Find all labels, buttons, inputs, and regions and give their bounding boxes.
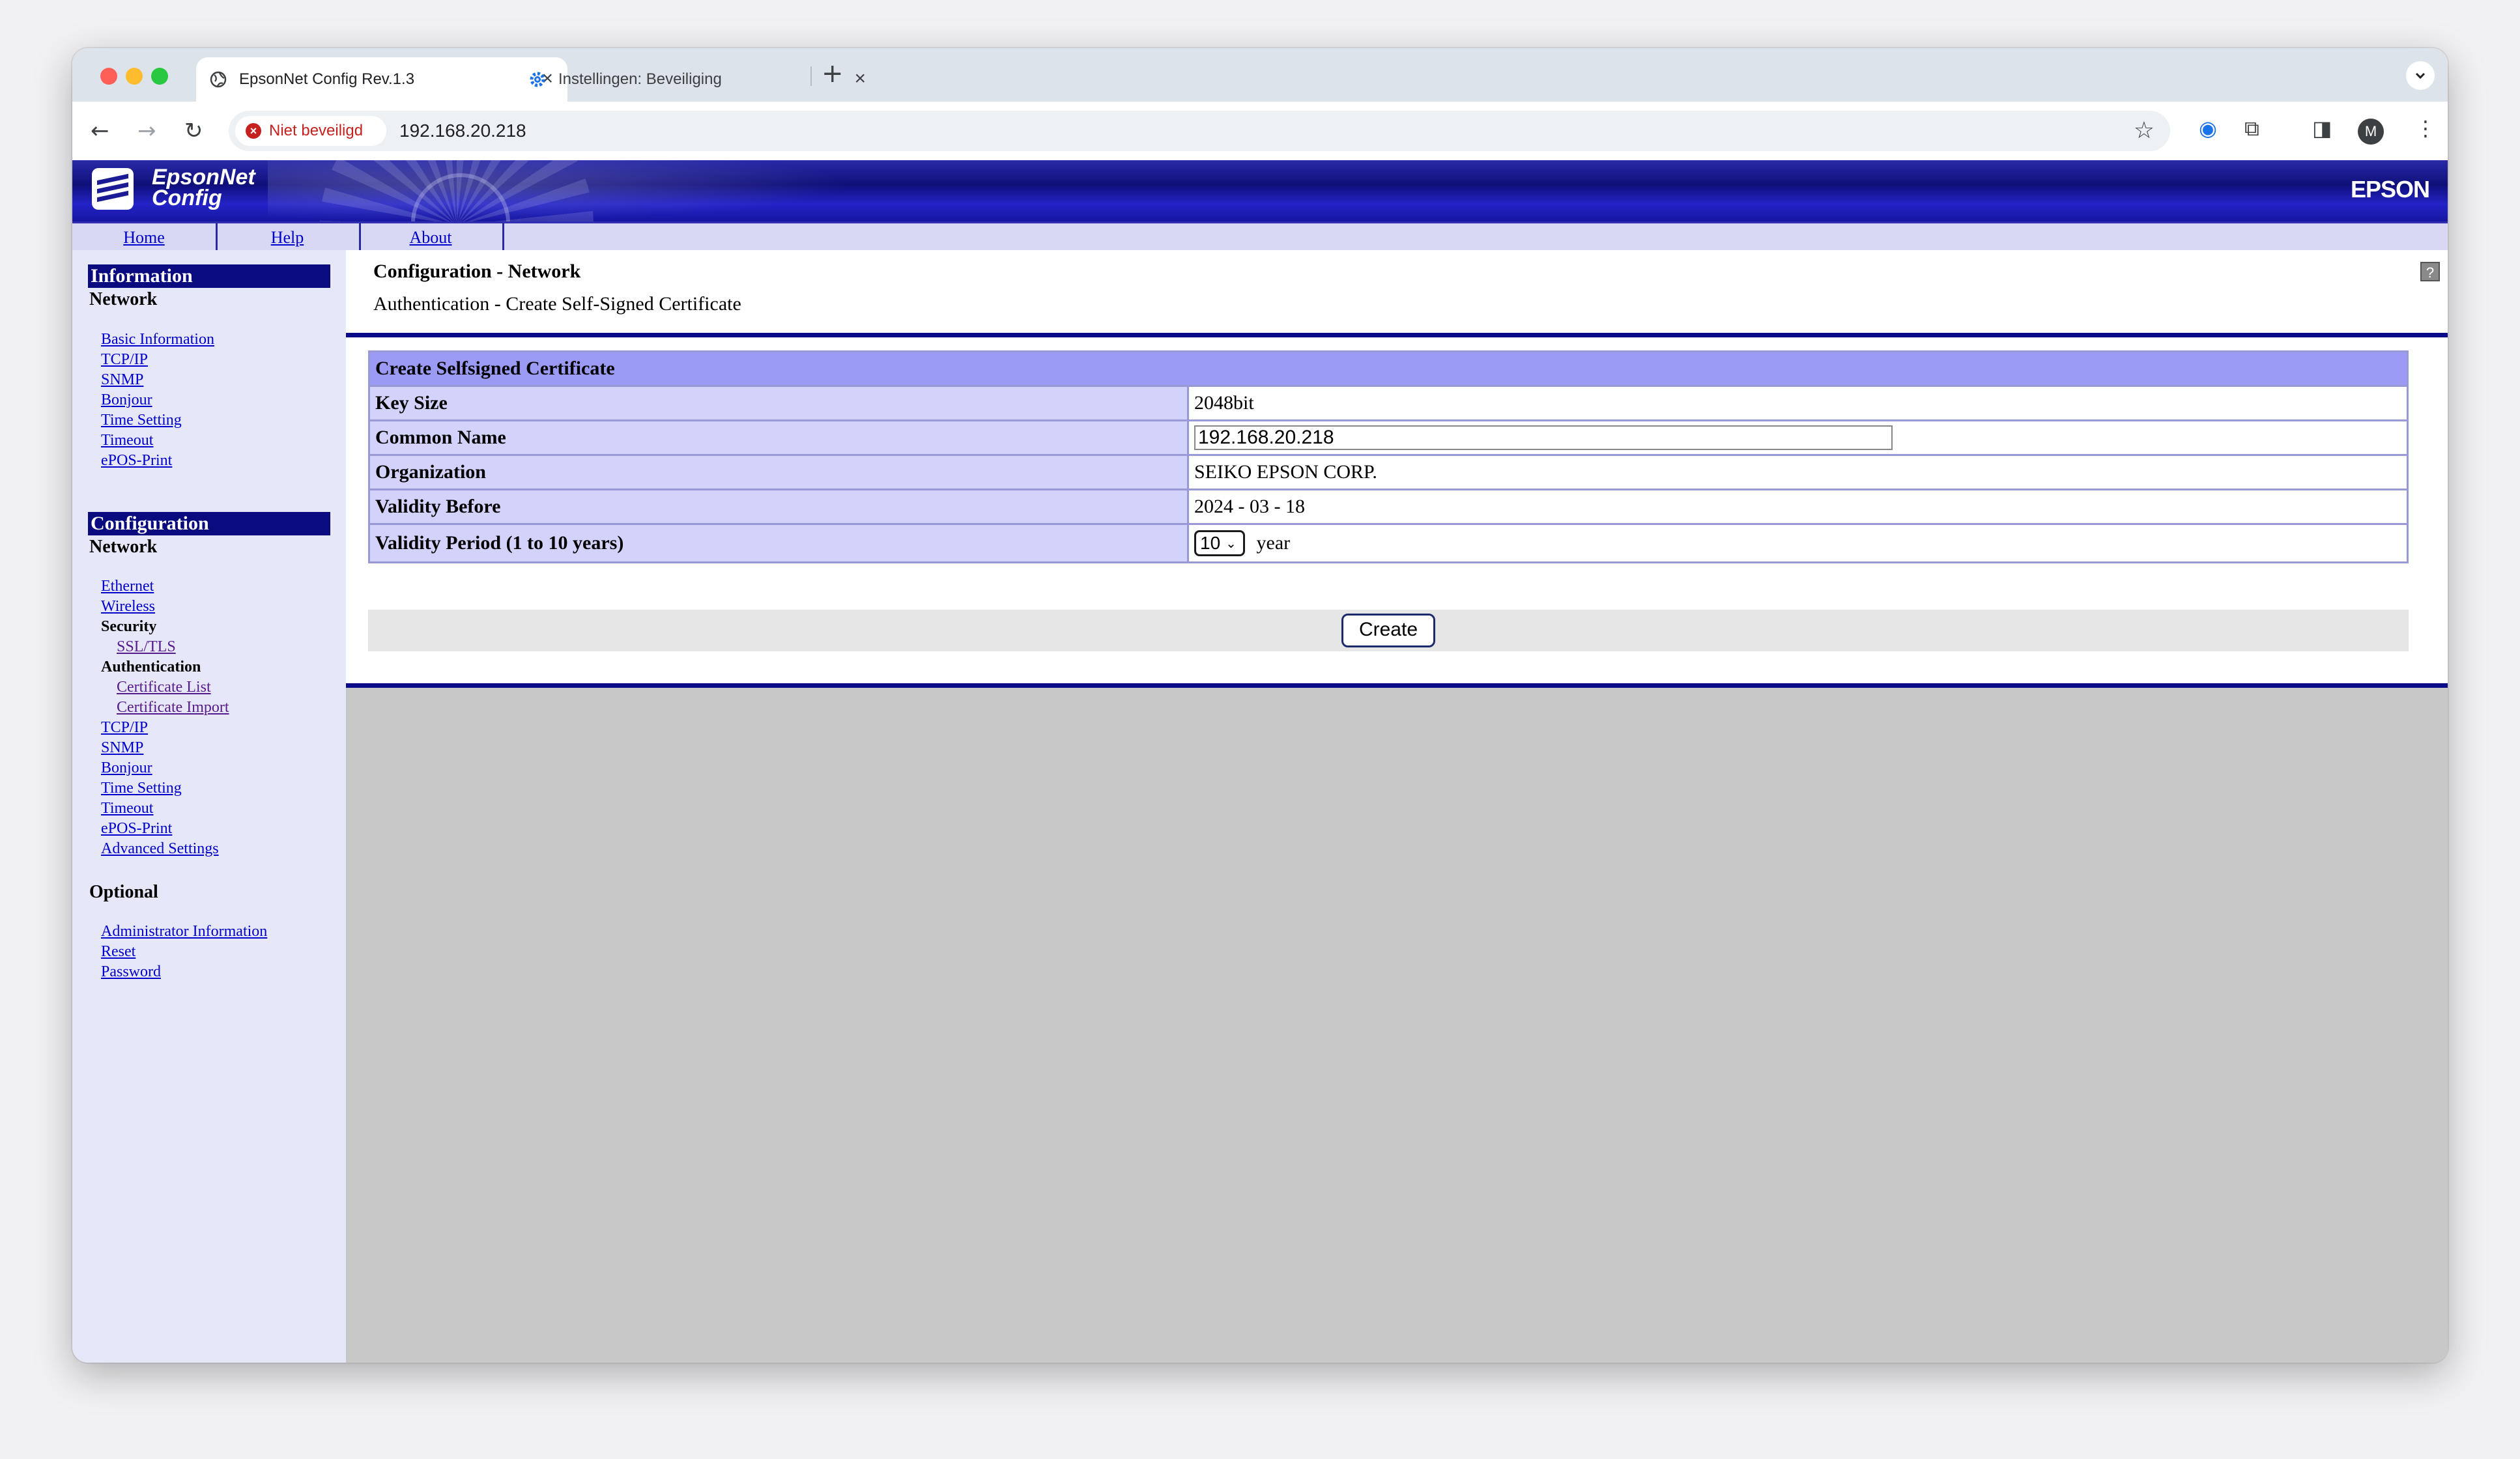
sidebar-link-wireless[interactable]: Wireless (101, 598, 155, 616)
validity-period-unit: year (1256, 532, 1291, 554)
page-subtitle: Authentication - Create Self-Signed Cert… (373, 293, 741, 315)
epsonnet-logo-icon (92, 168, 134, 210)
side-panel-icon[interactable]: ◨ (2312, 116, 2332, 141)
menu-help-link[interactable]: Help (216, 223, 361, 252)
back-arrow-icon[interactable]: ← (91, 117, 109, 145)
sidebar-link-reset[interactable]: Reset (101, 943, 136, 961)
password-manager-icon[interactable]: ◉ (2199, 116, 2217, 141)
sidebar-link-certificate-list[interactable]: Certificate List (117, 679, 211, 696)
validity-period-selected-value: 10 (1200, 533, 1221, 553)
sidebar-subheading-network: Network (89, 289, 158, 309)
table-row: Key Size 2048bit (368, 385, 2409, 421)
browser-window: EpsonNet Config Rev.1.3 × Instellingen: … (72, 48, 2448, 1363)
url-text[interactable]: 192.168.20.218 (399, 120, 526, 141)
tab-strip: EpsonNet Config Rev.1.3 × Instellingen: … (72, 48, 2448, 102)
tab-search-button[interactable] (2406, 61, 2435, 90)
forward-arrow-icon[interactable]: → (137, 117, 156, 145)
sidebar-link-certificate-import[interactable]: Certificate Import (117, 699, 229, 716)
help-icon[interactable]: ? (2420, 262, 2440, 281)
table-row: Organization SEIKO EPSON CORP. (368, 454, 2409, 490)
create-button[interactable]: Create (1341, 614, 1435, 647)
tab-title: Instellingen: Beveiliging (558, 70, 722, 88)
sidebar-link-administrator-information[interactable]: Administrator Information (101, 923, 267, 941)
bookmark-star-icon[interactable]: ☆ (2134, 117, 2155, 144)
menu-about-link[interactable]: About (359, 223, 504, 252)
sidebar-subheading-network: Network (89, 537, 158, 557)
validity-period-label: Validity Period (1 to 10 years) (368, 523, 1189, 563)
sidebar-label-security: Security (101, 618, 157, 635)
zoom-window-button[interactable] (151, 68, 168, 85)
table-row: Validity Period (1 to 10 years) 10 ⌄ yea… (368, 523, 2409, 563)
sidebar-link-ethernet[interactable]: Ethernet (101, 578, 154, 595)
common-name-input[interactable] (1194, 425, 1893, 450)
sidebar-link-snmp[interactable]: SNMP (101, 739, 143, 757)
close-window-button[interactable] (100, 68, 117, 85)
browser-toolbar: ← → ↻ × Niet beveiligd 192.168.20.218 ☆ … (72, 102, 2448, 162)
sidebar-link-bonjour[interactable]: Bonjour (101, 391, 152, 409)
validity-before-value: 2024 - 03 - 18 (1187, 489, 2409, 525)
sidebar-link-ssl-tls[interactable]: SSL/TLS (117, 638, 176, 656)
key-size-value: 2048bit (1187, 385, 2409, 421)
divider (346, 683, 2448, 688)
chevron-down-icon: ⌄ (1225, 535, 1237, 551)
sidebar-link-snmp[interactable]: SNMP (101, 371, 143, 389)
sidebar-heading-optional: Optional (89, 882, 158, 902)
sidebar-link-timeout[interactable]: Timeout (101, 432, 153, 449)
action-bar: Create (368, 610, 2409, 651)
kebab-menu-icon[interactable]: ⋮ (2415, 116, 2436, 141)
epson-brand-logo: EPSON (2350, 176, 2430, 203)
page-title: Configuration - Network (373, 261, 581, 282)
validity-before-label: Validity Before (368, 489, 1189, 525)
main-content: Configuration - Network Authentication -… (346, 250, 2448, 1363)
table-header: Create Selfsigned Certificate (368, 350, 2409, 387)
security-chip[interactable]: × Niet beveiligd (235, 116, 386, 146)
common-name-label: Common Name (368, 419, 1189, 456)
sidebar-link-time-setting[interactable]: Time Setting (101, 412, 182, 429)
table-row: Common Name (368, 419, 2409, 456)
profile-avatar[interactable]: M (2358, 119, 2384, 145)
menu-home-link[interactable]: Home (72, 223, 218, 252)
certificate-form-table: Create Selfsigned Certificate Key Size 2… (368, 350, 2409, 563)
validity-period-select[interactable]: 10 ⌄ (1194, 530, 1245, 556)
organization-value: SEIKO EPSON CORP. (1187, 454, 2409, 490)
reload-icon[interactable]: ↻ (184, 117, 203, 145)
sidebar-label-authentication: Authentication (101, 659, 201, 675)
tab-epsonnet-config[interactable]: EpsonNet Config Rev.1.3 × (196, 57, 567, 102)
sidebar-link-password[interactable]: Password (101, 963, 161, 981)
extensions-puzzle-icon[interactable]: ⧉ (2244, 116, 2259, 141)
key-size-label: Key Size (368, 385, 1189, 421)
tab-title: EpsonNet Config Rev.1.3 (239, 70, 415, 88)
sidebar-link-basic-information[interactable]: Basic Information (101, 331, 214, 348)
sidebar-link-tcpip[interactable]: TCP/IP (101, 351, 148, 369)
divider (346, 333, 2448, 337)
sidebar-link-tcpip[interactable]: TCP/IP (101, 719, 148, 737)
new-tab-plus-icon[interactable]: + (822, 59, 844, 89)
sidebar-link-epos-print[interactable]: ePOS-Print (101, 820, 172, 838)
close-tab-icon[interactable]: × (854, 68, 866, 90)
organization-label: Organization (368, 454, 1189, 490)
table-row: Validity Before 2024 - 03 - 18 (368, 489, 2409, 525)
sidebar-nav: Information Network Basic Information TC… (72, 250, 346, 1363)
sidebar-link-timeout[interactable]: Timeout (101, 800, 153, 817)
minimize-window-button[interactable] (126, 68, 143, 85)
epsonnet-logo-text: EpsonNet Config (152, 165, 255, 210)
sidebar-heading-configuration: Configuration (88, 512, 330, 535)
address-bar[interactable]: × Niet beveiligd 192.168.20.218 ☆ (229, 111, 2170, 151)
top-menu-bar: Home Help About (72, 221, 2448, 254)
not-secure-icon: × (246, 123, 261, 139)
tab-separator (810, 66, 812, 86)
sidebar-heading-information: Information (88, 264, 330, 288)
sidebar-link-time-setting[interactable]: Time Setting (101, 780, 182, 797)
security-chip-label: Niet beveiligd (269, 122, 364, 139)
web-page: EpsonNet Config EPSON Home Help About In… (72, 160, 2448, 1363)
chevron-down-icon (2415, 72, 2426, 79)
sidebar-link-bonjour[interactable]: Bonjour (101, 759, 152, 777)
gear-icon (530, 72, 545, 87)
sidebar-link-advanced-settings[interactable]: Advanced Settings (101, 840, 219, 858)
globe-icon (210, 71, 227, 88)
sidebar-link-epos-print[interactable]: ePOS-Print (101, 452, 172, 470)
epsonnet-banner: EpsonNet Config EPSON (72, 160, 2448, 221)
